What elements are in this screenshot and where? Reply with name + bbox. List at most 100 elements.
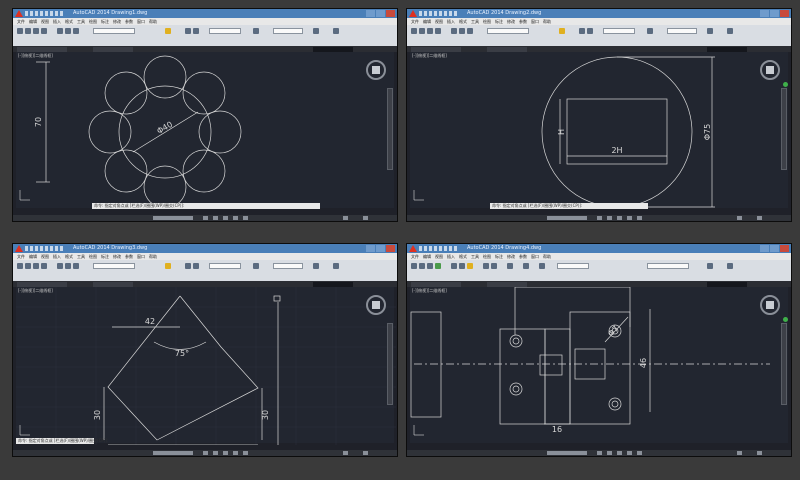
menu-insert[interactable]: 插入 xyxy=(53,18,61,25)
grid-icon[interactable] xyxy=(213,216,218,220)
layout-tabs[interactable] xyxy=(153,451,193,455)
menu-format[interactable]: 格式 xyxy=(65,18,73,25)
polar-icon[interactable] xyxy=(233,451,238,455)
menu-draw[interactable]: 绘图 xyxy=(483,18,491,25)
block-insert-icon[interactable] xyxy=(253,28,259,34)
dimension-tool-icon[interactable] xyxy=(193,28,199,34)
quick-access-toolbar[interactable] xyxy=(25,246,65,251)
layer-dropdown[interactable] xyxy=(93,28,135,34)
menu-insert[interactable]: 插入 xyxy=(447,18,455,25)
grip-square[interactable] xyxy=(273,295,281,302)
maximize-button[interactable] xyxy=(376,245,385,252)
drawing-canvas[interactable]: [-][俯视][二维线框] xyxy=(410,287,788,443)
maximize-button[interactable] xyxy=(770,245,779,252)
grid-icon[interactable] xyxy=(607,451,612,455)
maximize-button[interactable] xyxy=(376,10,385,17)
menu-window[interactable]: 窗口 xyxy=(531,253,539,260)
menu-parametric[interactable]: 参数 xyxy=(125,18,133,25)
menu-tools[interactable]: 工具 xyxy=(471,18,479,25)
style-dropdown[interactable] xyxy=(209,263,241,269)
menu-view[interactable]: 视图 xyxy=(435,18,443,25)
minimize-button[interactable] xyxy=(366,245,375,252)
menu-format[interactable]: 格式 xyxy=(65,253,73,260)
ortho-icon[interactable] xyxy=(223,451,228,455)
hatch-tool-icon[interactable] xyxy=(435,263,441,269)
layout-tabs[interactable] xyxy=(153,216,193,220)
utilities-icon[interactable] xyxy=(727,263,733,269)
trim-tool-icon[interactable] xyxy=(483,263,489,269)
grid-icon[interactable] xyxy=(213,451,218,455)
line-tool-icon[interactable] xyxy=(17,28,23,34)
menu-dimension[interactable]: 标注 xyxy=(101,18,109,25)
line-tool-icon[interactable] xyxy=(17,263,23,269)
drawing-canvas[interactable]: [-][俯视][二维线框] H 2H Φ75 命令: 指定对角点或 [栏选(F)… xyxy=(410,52,788,209)
menu-file[interactable]: 文件 xyxy=(411,253,419,260)
block-insert-icon[interactable] xyxy=(539,263,545,269)
menu-view[interactable]: 视图 xyxy=(435,253,443,260)
style-dropdown[interactable] xyxy=(209,28,241,34)
trim-tool-icon[interactable] xyxy=(467,28,473,34)
style-dropdown[interactable] xyxy=(557,263,589,269)
menu-edit[interactable]: 编辑 xyxy=(29,253,37,260)
menu-file[interactable]: 文件 xyxy=(17,253,25,260)
close-button[interactable] xyxy=(386,245,395,252)
drawing-canvas[interactable]: [-][俯视][二维线框] 70 Φ40 命令: 指定对角点或 [栏选(F)/圈… xyxy=(16,52,394,209)
minimize-button[interactable] xyxy=(760,245,769,252)
menu-edit[interactable]: 编辑 xyxy=(423,18,431,25)
ortho-icon[interactable] xyxy=(223,216,228,220)
block-insert-icon[interactable] xyxy=(647,28,653,34)
menu-help[interactable]: 帮助 xyxy=(543,18,551,25)
menu-window[interactable]: 窗口 xyxy=(137,18,145,25)
menu-draw[interactable]: 绘图 xyxy=(89,253,97,260)
move-tool-icon[interactable] xyxy=(57,28,63,34)
circle-tool-icon[interactable] xyxy=(33,263,39,269)
maximize-button[interactable] xyxy=(770,10,779,17)
dimension-tool-icon[interactable] xyxy=(523,263,529,269)
layer-light-icon[interactable] xyxy=(165,263,171,269)
line-tool-icon[interactable] xyxy=(411,28,417,34)
properties-dropdown[interactable] xyxy=(667,28,697,34)
mirror-tool-icon[interactable] xyxy=(491,263,497,269)
settings-icon[interactable] xyxy=(757,451,762,455)
quick-access-toolbar[interactable] xyxy=(419,11,459,16)
command-line[interactable]: 命令: 指定对角点或 [栏选(F)/圈围(WP)/圈交(CP)]: xyxy=(490,203,648,209)
menu-view[interactable]: 视图 xyxy=(41,253,49,260)
line-tool-icon[interactable] xyxy=(411,263,417,269)
menu-parametric[interactable]: 参数 xyxy=(519,253,527,260)
navigation-bar[interactable] xyxy=(781,88,787,170)
settings-icon[interactable] xyxy=(757,216,762,220)
quick-access-toolbar[interactable] xyxy=(419,246,459,251)
polar-icon[interactable] xyxy=(233,216,238,220)
menu-parametric[interactable]: 参数 xyxy=(125,253,133,260)
command-line[interactable]: 命令: 指定对角点或 [栏选(F)/圈围(WP)/圈交(CP)]: xyxy=(16,438,108,444)
properties-dropdown[interactable] xyxy=(273,263,303,269)
workspace-icon[interactable] xyxy=(737,451,742,455)
circle-tool-icon[interactable] xyxy=(427,263,433,269)
text-tool-icon[interactable] xyxy=(579,28,585,34)
menu-help[interactable]: 帮助 xyxy=(543,253,551,260)
minimize-button[interactable] xyxy=(366,10,375,17)
snap-icon[interactable] xyxy=(597,216,602,220)
circle-tool-icon[interactable] xyxy=(33,28,39,34)
menu-edit[interactable]: 编辑 xyxy=(29,18,37,25)
snap-icon[interactable] xyxy=(203,216,208,220)
workspace-icon[interactable] xyxy=(737,216,742,220)
block-insert-icon[interactable] xyxy=(253,263,259,269)
move-tool-icon[interactable] xyxy=(451,263,457,269)
move-tool-icon[interactable] xyxy=(57,263,63,269)
ortho-icon[interactable] xyxy=(617,216,622,220)
menu-draw[interactable]: 绘图 xyxy=(89,18,97,25)
menu-modify[interactable]: 修改 xyxy=(113,18,121,25)
navigation-bar[interactable] xyxy=(387,323,393,405)
minimize-button[interactable] xyxy=(760,10,769,17)
navigation-cube[interactable] xyxy=(366,295,386,315)
arc-tool-icon[interactable] xyxy=(41,263,47,269)
settings-icon[interactable] xyxy=(363,451,368,455)
osnap-icon[interactable] xyxy=(243,451,248,455)
rotate-tool-icon[interactable] xyxy=(459,28,465,34)
drawing-canvas[interactable]: [-][俯视][二维线框] xyxy=(16,287,396,445)
polyline-tool-icon[interactable] xyxy=(25,28,31,34)
menu-dimension[interactable]: 标注 xyxy=(495,253,503,260)
menu-help[interactable]: 帮助 xyxy=(149,18,157,25)
polyline-tool-icon[interactable] xyxy=(419,263,425,269)
